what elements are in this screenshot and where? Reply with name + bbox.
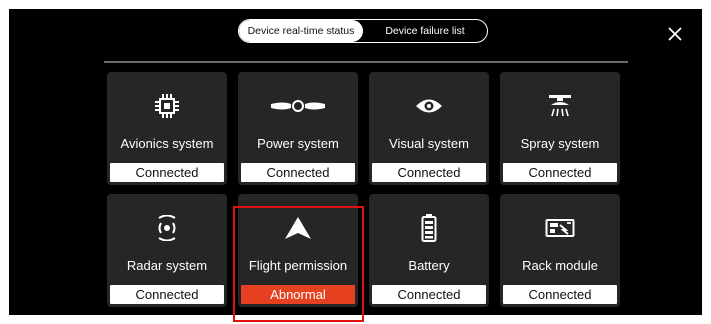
card-battery[interactable]: Battery Connected [369,194,489,307]
card-label: Visual system [389,136,469,151]
card-flight-permission[interactable]: Flight permission Abnormal [238,194,358,307]
tab-device-failure-list[interactable]: Device failure list [363,20,487,42]
close-icon[interactable] [664,23,686,45]
card-power-system[interactable]: Power system Connected [238,72,358,185]
battery-icon [369,212,489,244]
status-tab-switcher: Device real-time status Device failure l… [238,19,488,43]
card-label: Power system [257,136,339,151]
rack-icon [500,212,620,244]
tab-device-realtime-status[interactable]: Device real-time status [239,20,363,42]
card-label: Spray system [520,136,600,151]
card-radar-system[interactable]: Radar system Connected [107,194,227,307]
motor-icon [238,90,358,122]
card-label: Battery [408,258,450,273]
chip-icon [107,90,227,122]
card-label: Avionics system [120,136,214,151]
card-label: Rack module [522,258,598,273]
status-badge: Connected [503,163,617,182]
status-badge: Connected [241,163,355,182]
card-visual-system[interactable]: Visual system Connected [369,72,489,185]
card-label: Flight permission [248,258,348,273]
device-status-screen: Device real-time status Device failure l… [9,9,702,315]
status-badge: Connected [110,285,224,304]
arrow-up-icon [238,212,358,244]
card-spray-system[interactable]: Spray system Connected [500,72,620,185]
card-label: Radar system [126,258,208,273]
header-divider [104,61,628,63]
status-badge: Connected [372,163,486,182]
status-badge: Connected [110,163,224,182]
radar-icon [107,212,227,244]
card-rack-module[interactable]: Rack module Connected [500,194,620,307]
card-avionics-system[interactable]: Avionics system Connected [107,72,227,185]
spray-icon [500,90,620,122]
status-badge: Abnormal [241,285,355,304]
eye-icon [369,90,489,122]
status-badge: Connected [503,285,617,304]
status-badge: Connected [372,285,486,304]
